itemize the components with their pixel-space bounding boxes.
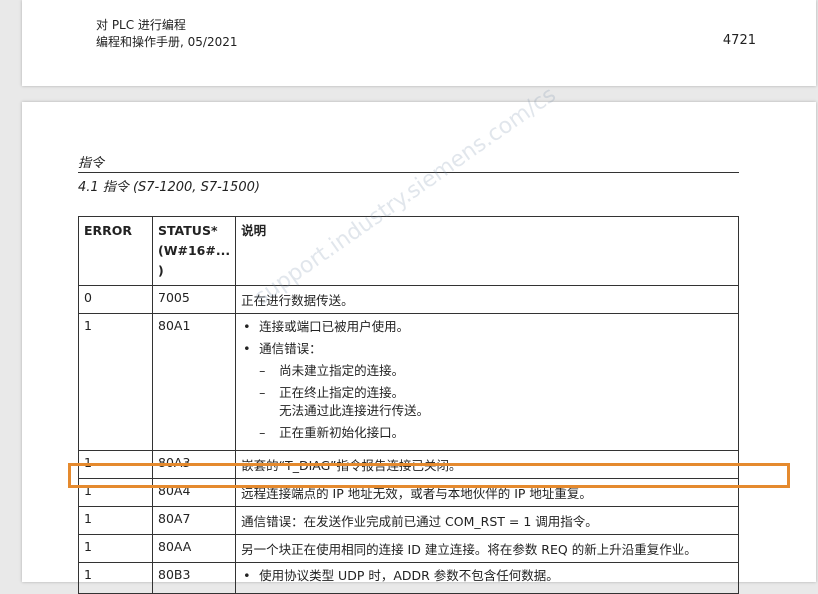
cell-error: 0 — [78, 285, 153, 314]
section-title: 指令 — [78, 156, 105, 171]
cell-status: 80A1 — [151, 313, 237, 451]
cell-error: 1 — [78, 506, 153, 535]
dash-line: 正在终止指定的连接。 — [279, 385, 405, 400]
cell-desc: 正在进行数据传送。 — [235, 285, 739, 314]
cell-desc: 使用协议类型 UDP 时，ADDR 参数不包含任何数据。 — [235, 562, 739, 594]
section-divider — [78, 172, 739, 173]
dash-line: 无法通过此连接进行传送。 — [279, 403, 430, 418]
dash-item: 正在终止指定的连接。无法通过此连接进行传送。 — [241, 384, 733, 420]
dash-item: 正在重新初始化接口。 — [241, 424, 733, 442]
table-row: 1 80A1 连接或端口已被用户使用。 通信错误： 尚未建立指定的连接。 正在终… — [78, 313, 739, 451]
cell-status: 80AA — [151, 534, 237, 563]
header-error: ERROR — [78, 216, 153, 286]
cell-status: 80B3 — [151, 562, 237, 594]
header-title: 对 PLC 进行编程 — [96, 18, 186, 32]
error-status-table: ERROR STATUS* (W#16#... ) 说明 0 7005 正在进行… — [78, 216, 739, 594]
cell-error: 1 — [78, 313, 153, 451]
table-row: 1 80A7 通信错误：在发送作业完成前已通过 COM_RST = 1 调用指令… — [78, 506, 739, 535]
highlight-box — [68, 463, 790, 488]
cell-status: 7005 — [151, 285, 237, 314]
table-row: 1 80B3 使用协议类型 UDP 时，ADDR 参数不包含任何数据。 — [78, 562, 739, 594]
bullet-item: 通信错误： — [241, 340, 733, 358]
cell-error: 1 — [78, 562, 153, 594]
section-subtitle: 4.1 指令 (S7-1200, S7-1500) — [78, 180, 260, 195]
previous-page: 对 PLC 进行编程 编程和操作手册, 05/2021 4721 — [22, 0, 816, 86]
cell-desc: 通信错误：在发送作业完成前已通过 COM_RST = 1 调用指令。 — [235, 506, 739, 535]
cell-desc: 另一个块正在使用相同的连接 ID 建立连接。将在参数 REQ 的新上升沿重复作业… — [235, 534, 739, 563]
bullet-item: 连接或端口已被用户使用。 — [241, 318, 733, 336]
header-status: STATUS* (W#16#... ) — [151, 216, 237, 286]
table-header-row: ERROR STATUS* (W#16#... ) 说明 — [78, 216, 739, 286]
dash-item: 尚未建立指定的连接。 — [241, 362, 733, 380]
header-manual: 编程和操作手册, 05/2021 — [96, 35, 238, 49]
cell-status: 80A7 — [151, 506, 237, 535]
table-row: 0 7005 正在进行数据传送。 — [78, 285, 739, 314]
cell-error: 1 — [78, 534, 153, 563]
page-number: 4721 — [722, 33, 756, 48]
table-row: 1 80AA 另一个块正在使用相同的连接 ID 建立连接。将在参数 REQ 的新… — [78, 534, 739, 563]
cell-desc: 连接或端口已被用户使用。 通信错误： 尚未建立指定的连接。 正在终止指定的连接。… — [235, 313, 739, 451]
